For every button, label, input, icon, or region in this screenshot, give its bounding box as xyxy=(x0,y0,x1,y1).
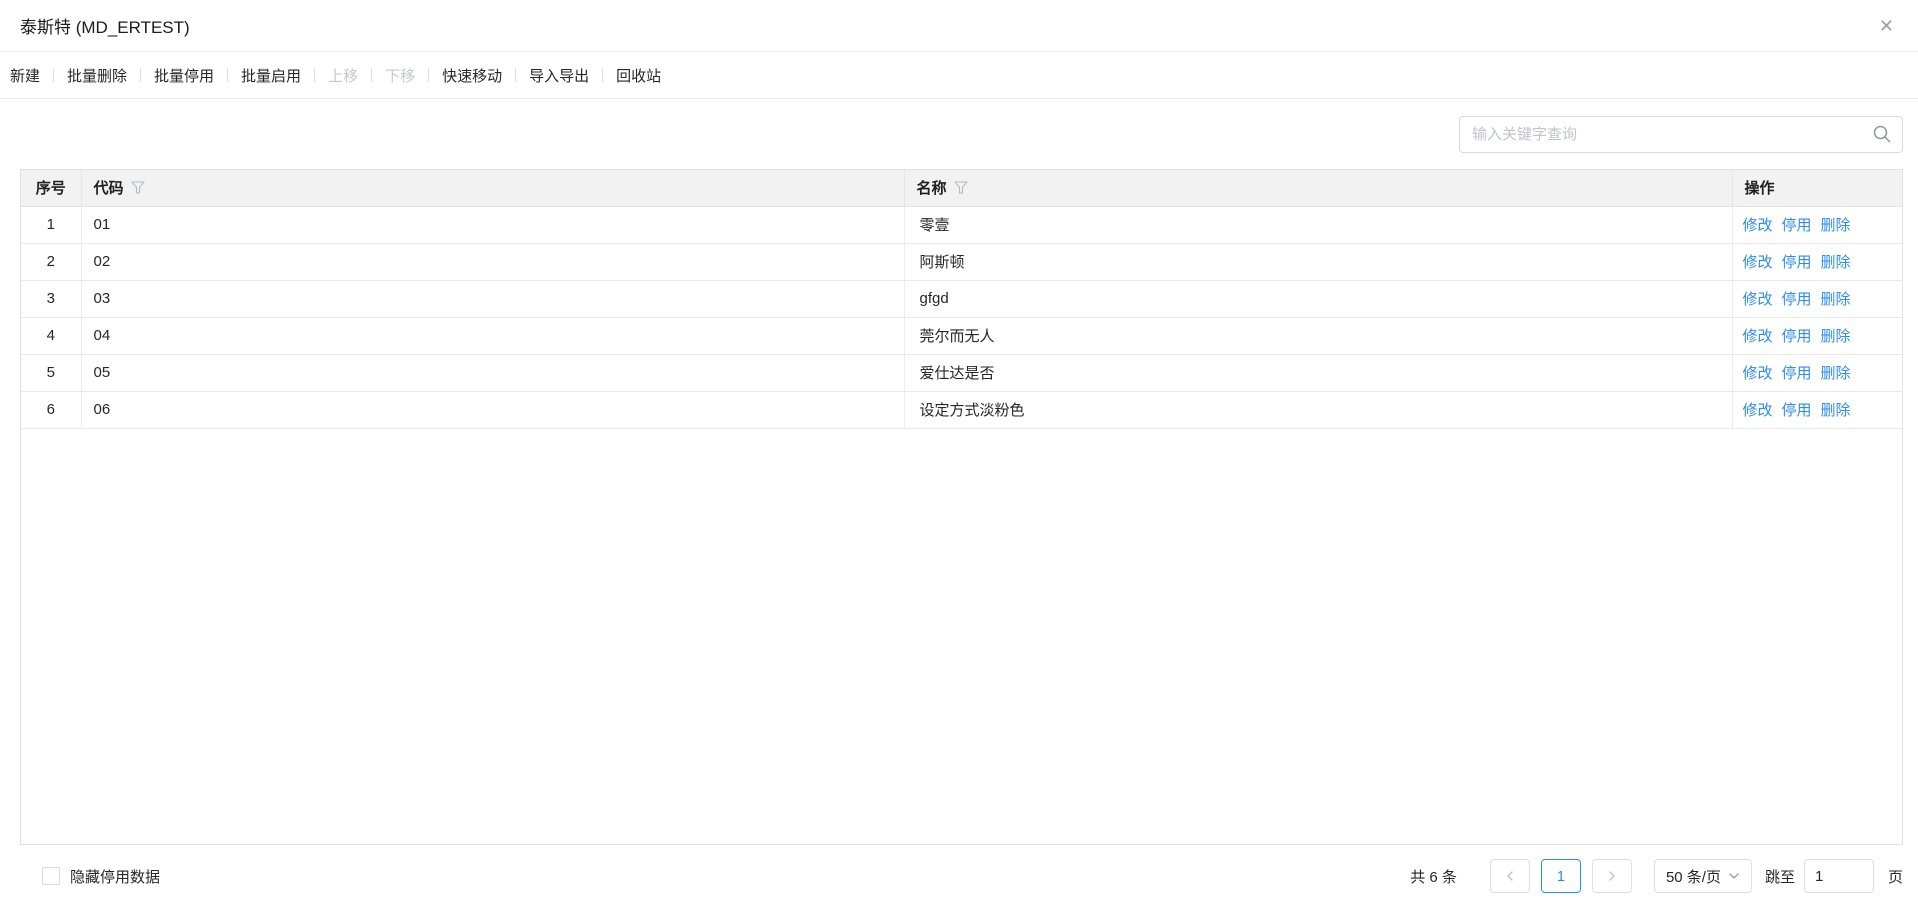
table-row: 3 03 gfgd 修改停用删除 xyxy=(21,280,1902,317)
row-index: 5 xyxy=(21,354,81,391)
total-count: 共 6 条 xyxy=(1410,866,1457,887)
delete-link[interactable]: 删除 xyxy=(1821,217,1851,234)
table-row: 1 01 零壹 修改停用删除 xyxy=(21,206,1902,243)
row-name: 零壹 xyxy=(904,206,1732,243)
table-row: 4 04 莞尔而无人 修改停用删除 xyxy=(21,317,1902,354)
col-header-actions: 操作 xyxy=(1732,170,1902,206)
page-size-value: 50 条/页 xyxy=(1666,866,1721,887)
filter-icon[interactable] xyxy=(131,181,145,194)
edit-link[interactable]: 修改 xyxy=(1743,402,1773,419)
disable-link[interactable]: 停用 xyxy=(1782,217,1812,234)
quick-move-button[interactable]: 快速移动 xyxy=(429,65,515,86)
row-actions: 修改停用删除 xyxy=(1732,354,1902,391)
row-code: 06 xyxy=(81,391,904,428)
row-actions: 修改停用删除 xyxy=(1732,280,1902,317)
table-row: 6 06 设定方式淡粉色 修改停用删除 xyxy=(21,391,1902,428)
filter-icon[interactable] xyxy=(954,181,968,194)
row-actions: 修改停用删除 xyxy=(1732,243,1902,280)
jump-to-label: 跳至 xyxy=(1765,866,1795,887)
col-header-code-label: 代码 xyxy=(94,177,124,198)
prev-page-button[interactable] xyxy=(1490,859,1530,893)
next-page-button[interactable] xyxy=(1592,859,1632,893)
hide-disabled-checkbox[interactable] xyxy=(42,867,60,885)
page-number-button[interactable]: 1 xyxy=(1541,859,1581,893)
delete-link[interactable]: 删除 xyxy=(1821,254,1851,271)
delete-link[interactable]: 删除 xyxy=(1821,365,1851,382)
new-button[interactable]: 新建 xyxy=(10,65,53,86)
row-code: 03 xyxy=(81,280,904,317)
row-index: 6 xyxy=(21,391,81,428)
move-up-button: 上移 xyxy=(315,65,371,86)
row-name: 爱仕达是否 xyxy=(904,354,1732,391)
pagination: 共 6 条 1 50 条/页 跳至 页 xyxy=(1410,859,1903,893)
search-icon[interactable] xyxy=(1872,124,1892,149)
search-input[interactable] xyxy=(1459,116,1903,153)
hide-disabled-option: 隐藏停用数据 xyxy=(42,866,160,887)
edit-link[interactable]: 修改 xyxy=(1743,217,1773,234)
toolbar: 新建 批量删除 批量停用 批量启用 上移 下移 快速移动 导入导出 回收站 xyxy=(0,52,1918,99)
delete-link[interactable]: 删除 xyxy=(1821,328,1851,345)
row-code: 05 xyxy=(81,354,904,391)
col-header-index: 序号 xyxy=(21,170,81,206)
row-index: 2 xyxy=(21,243,81,280)
table-header-row: 序号 代码 名称 xyxy=(21,170,1902,206)
disable-link[interactable]: 停用 xyxy=(1782,328,1812,345)
dialog-titlebar: 泰斯特 (MD_ERTEST) ✕ xyxy=(0,0,1918,52)
row-actions: 修改停用删除 xyxy=(1732,317,1902,354)
chevron-left-icon xyxy=(1505,870,1515,882)
search-row xyxy=(0,99,1918,169)
search-box xyxy=(1459,116,1903,153)
batch-enable-button[interactable]: 批量启用 xyxy=(228,65,314,86)
row-index: 1 xyxy=(21,206,81,243)
row-code: 02 xyxy=(81,243,904,280)
edit-link[interactable]: 修改 xyxy=(1743,365,1773,382)
table-row: 2 02 阿斯顿 修改停用删除 xyxy=(21,243,1902,280)
page-size-select[interactable]: 50 条/页 xyxy=(1654,859,1752,893)
import-export-button[interactable]: 导入导出 xyxy=(516,65,602,86)
disable-link[interactable]: 停用 xyxy=(1782,402,1812,419)
chevron-down-icon xyxy=(1728,872,1740,880)
footer: 隐藏停用数据 共 6 条 1 50 条/页 跳至 页 xyxy=(0,845,1918,907)
row-index: 4 xyxy=(21,317,81,354)
edit-link[interactable]: 修改 xyxy=(1743,291,1773,308)
chevron-right-icon xyxy=(1607,870,1617,882)
batch-delete-button[interactable]: 批量删除 xyxy=(54,65,140,86)
move-down-button: 下移 xyxy=(372,65,428,86)
edit-link[interactable]: 修改 xyxy=(1743,254,1773,271)
close-icon[interactable]: ✕ xyxy=(1879,17,1894,35)
row-actions: 修改停用删除 xyxy=(1732,391,1902,428)
row-name: 阿斯顿 xyxy=(904,243,1732,280)
table-row: 5 05 爱仕达是否 修改停用删除 xyxy=(21,354,1902,391)
disable-link[interactable]: 停用 xyxy=(1782,365,1812,382)
data-table: 序号 代码 名称 xyxy=(21,170,1902,429)
delete-link[interactable]: 删除 xyxy=(1821,291,1851,308)
disable-link[interactable]: 停用 xyxy=(1782,291,1812,308)
page-title: 泰斯特 (MD_ERTEST) xyxy=(20,13,190,38)
row-code: 01 xyxy=(81,206,904,243)
row-name: 莞尔而无人 xyxy=(904,317,1732,354)
col-header-name-label: 名称 xyxy=(917,177,947,198)
col-header-name: 名称 xyxy=(904,170,1732,206)
batch-disable-button[interactable]: 批量停用 xyxy=(141,65,227,86)
edit-link[interactable]: 修改 xyxy=(1743,328,1773,345)
recycle-bin-button[interactable]: 回收站 xyxy=(603,65,674,86)
row-actions: 修改停用删除 xyxy=(1732,206,1902,243)
jump-page-input[interactable] xyxy=(1804,859,1874,893)
row-name: gfgd xyxy=(904,280,1732,317)
col-header-code: 代码 xyxy=(81,170,904,206)
delete-link[interactable]: 删除 xyxy=(1821,402,1851,419)
page-unit-label: 页 xyxy=(1888,866,1903,887)
row-code: 04 xyxy=(81,317,904,354)
disable-link[interactable]: 停用 xyxy=(1782,254,1812,271)
hide-disabled-label: 隐藏停用数据 xyxy=(70,866,160,887)
row-index: 3 xyxy=(21,280,81,317)
data-table-container: 序号 代码 名称 xyxy=(20,169,1903,845)
row-name: 设定方式淡粉色 xyxy=(904,391,1732,428)
